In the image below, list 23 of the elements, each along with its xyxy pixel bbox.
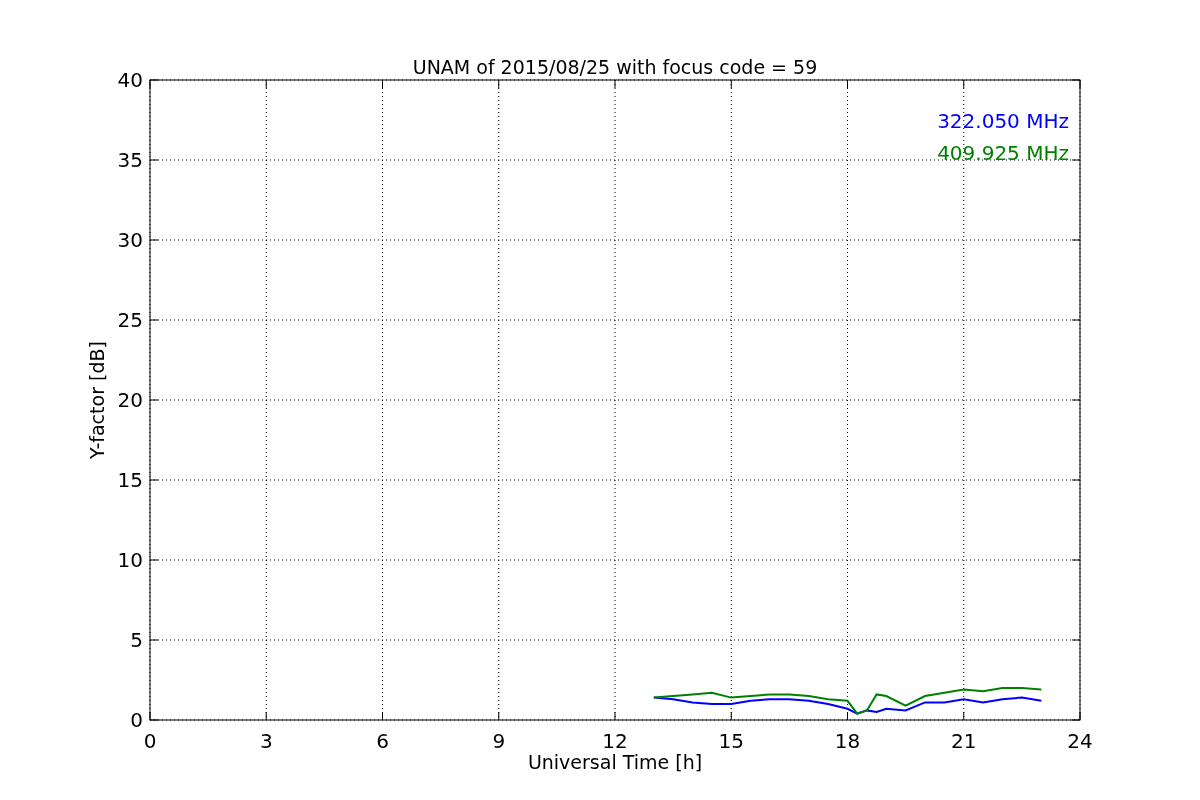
- tick-label: 35: [117, 148, 143, 172]
- legend-label: 409.925 MHz: [937, 141, 1069, 165]
- tick-label: 25: [117, 308, 143, 332]
- tick-label: 0: [130, 708, 143, 732]
- legend-label: 322.050 MHz: [937, 109, 1069, 133]
- axis-title: Universal Time [h]: [527, 751, 703, 773]
- tick-label: 6: [376, 729, 389, 753]
- tick-label: 20: [117, 388, 143, 412]
- chart-title: UNAM of 2015/08/25 with focus code = 59: [412, 56, 818, 78]
- tick-label: 10: [117, 548, 143, 572]
- tick-label: 18: [834, 729, 861, 753]
- axis-title: Y-factor [dB]: [86, 341, 108, 459]
- tick-label: 40: [117, 68, 143, 92]
- tick-label: 15: [117, 468, 143, 492]
- tick-label: 30: [117, 228, 143, 252]
- tick-label: 24: [1067, 729, 1093, 753]
- tick-label: 21: [951, 729, 977, 753]
- tick-label: 15: [718, 729, 744, 753]
- tick-label: 9: [492, 729, 506, 753]
- tick-label: 0: [143, 729, 157, 753]
- tick-label: 12: [602, 729, 628, 753]
- tick-label: 5: [130, 628, 143, 652]
- tick-label: 3: [259, 729, 273, 753]
